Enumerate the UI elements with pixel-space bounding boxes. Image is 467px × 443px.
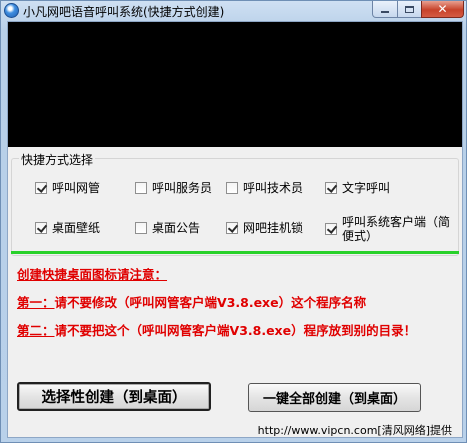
checkbox-desktop-notice[interactable]: 桌面公告 (135, 221, 200, 235)
checkbox-box[interactable] (325, 223, 337, 235)
status-bar: http://www.vipcn.com[清风网络]提供 (8, 424, 462, 438)
display-panel (8, 22, 462, 147)
checkbox-call-technician[interactable]: 呼叫技术员 (226, 181, 303, 195)
checkbox-box[interactable] (226, 182, 238, 194)
checkbox-desktop-wallpaper[interactable]: 桌面壁纸 (35, 221, 100, 235)
notice-line-1-text: 请不要修改（呼叫网管客户端V3.8.exe）这个程序名称 (54, 295, 367, 310)
close-icon: ✕ (437, 2, 448, 16)
checkbox-label: 呼叫服务员 (152, 181, 213, 195)
checkbox-label: 网吧挂机锁 (243, 221, 304, 235)
shortcut-groupbox: 快捷方式选择 呼叫网管 呼叫服务员 呼叫技术员 文字呼叫 桌面壁纸 桌面公告 网… (11, 151, 459, 256)
notice-line-2-text: 请不要把这个（呼叫网管客户端V3.8.exe）程序放到别的目录！ (54, 323, 417, 338)
checkbox-box[interactable] (135, 182, 147, 194)
groupbox-legend: 快捷方式选择 (19, 151, 96, 168)
notice-line-2: 第二：请不要把这个（呼叫网管客户端V3.8.exe）程序放到别的目录！ (17, 323, 457, 338)
notice-line-1: 第一：请不要修改（呼叫网管客户端V3.8.exe）这个程序名称 (17, 295, 366, 310)
select-create-button[interactable]: 选择性创建（到桌面） (17, 382, 211, 411)
checkbox-label: 呼叫系统客户端（简便式） (342, 215, 451, 243)
notice-line-2-prefix: 第二： (17, 323, 55, 338)
status-text: http://www.vipcn.com[清风网络]提供 (257, 424, 452, 437)
app-icon (4, 3, 19, 18)
checkbox-label: 桌面壁纸 (52, 221, 101, 235)
window-title: 小凡网吧语音呼叫系统(快捷方式创建) (23, 5, 225, 19)
app-window: 小凡网吧语音呼叫系统(快捷方式创建) ✕ 快捷方式选择 呼叫网管 呼叫服务员 呼… (0, 0, 467, 443)
checkbox-box[interactable] (325, 182, 337, 194)
title-bar[interactable]: 小凡网吧语音呼叫系统(快捷方式创建) ✕ (1, 1, 466, 21)
notice-line-1-prefix: 第一： (17, 295, 55, 310)
maximize-button[interactable] (397, 1, 422, 18)
checkbox-text-call[interactable]: 文字呼叫 (325, 181, 390, 195)
checkbox-label: 呼叫网管 (52, 181, 101, 195)
checkbox-label: 呼叫技术员 (243, 181, 304, 195)
client-area: 快捷方式选择 呼叫网管 呼叫服务员 呼叫技术员 文字呼叫 桌面壁纸 桌面公告 网… (7, 21, 463, 438)
notice-title: 创建快捷桌面图标请注意： (17, 267, 168, 282)
minimize-button[interactable] (372, 1, 398, 18)
separator-line (11, 251, 459, 254)
create-all-button[interactable]: 一键全部创建（到桌面） (248, 383, 421, 412)
maximize-icon (405, 5, 414, 13)
checkbox-idle-lock[interactable]: 网吧挂机锁 (226, 221, 303, 235)
checkbox-call-waiter[interactable]: 呼叫服务员 (135, 181, 212, 195)
checkbox-label: 桌面公告 (152, 221, 201, 235)
checkbox-call-client-simple[interactable]: 呼叫系统客户端（简便式） (325, 215, 450, 243)
checkbox-call-admin[interactable]: 呼叫网管 (35, 181, 100, 195)
checkbox-box[interactable] (35, 222, 47, 234)
close-button[interactable]: ✕ (421, 1, 464, 18)
checkbox-box[interactable] (226, 222, 238, 234)
checkbox-label: 文字呼叫 (342, 181, 391, 195)
checkbox-box[interactable] (135, 222, 147, 234)
checkbox-box[interactable] (35, 182, 47, 194)
minimize-icon (381, 11, 389, 13)
